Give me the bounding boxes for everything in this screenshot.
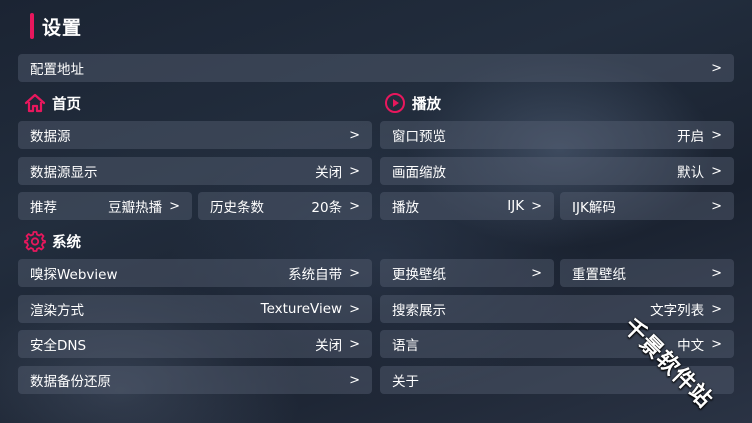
chevron-right-icon: > — [711, 265, 722, 281]
datasource-display-value: 关闭 — [315, 165, 343, 181]
render-mode-label: 渲染方式 — [30, 303, 84, 319]
chevron-right-icon: > — [711, 198, 722, 214]
recommend-value: 豆瓣热播 — [108, 200, 163, 216]
section-play-title: 播放 — [412, 96, 441, 113]
sniff-webview-row[interactable]: 嗅探Webview 系统自带 > — [18, 259, 372, 287]
player-row[interactable]: 播放 IJK > — [380, 192, 554, 220]
home-icon — [24, 92, 46, 114]
picture-scale-label: 画面缩放 — [392, 165, 446, 181]
chevron-right-icon: > — [711, 60, 722, 76]
secure-dns-row[interactable]: 安全DNS 关闭 > — [18, 330, 372, 358]
page-title: 设置 — [42, 16, 83, 39]
chevron-right-icon: > — [711, 127, 722, 143]
window-preview-value: 开启 — [677, 129, 705, 145]
recommend-label: 推荐 — [30, 200, 57, 216]
search-display-row[interactable]: 搜索展示 文字列表 > — [380, 295, 734, 323]
page-header: 设置 — [30, 13, 82, 39]
history-count-row[interactable]: 历史条数 20条 > — [198, 192, 372, 220]
chevron-right-icon: > — [349, 198, 360, 214]
picture-scale-value: 默认 — [677, 165, 705, 181]
reset-wallpaper-label: 重置壁纸 — [572, 267, 626, 283]
datasource-row[interactable]: 数据源 > — [18, 121, 372, 149]
secure-dns-label: 安全DNS — [30, 338, 87, 354]
history-count-label: 历史条数 — [210, 200, 264, 216]
title-accent-bar — [30, 13, 34, 39]
reset-wallpaper-row[interactable]: 重置壁纸 > — [560, 259, 734, 287]
chevron-right-icon: > — [711, 336, 722, 352]
datasource-display-row[interactable]: 数据源显示 关闭 > — [18, 157, 372, 185]
about-label: 关于 — [392, 374, 419, 390]
config-address-row[interactable]: 配置地址 > — [18, 54, 734, 82]
section-system: 系统 — [24, 230, 81, 252]
chevron-right-icon: > — [531, 198, 542, 214]
backup-restore-row[interactable]: 数据备份还原 > — [18, 366, 372, 394]
datasource-label: 数据源 — [30, 129, 71, 145]
ijk-decoder-label: IJK解码 — [572, 200, 616, 216]
chevron-right-icon: > — [711, 301, 722, 317]
sniff-webview-label: 嗅探Webview — [30, 267, 118, 283]
change-wallpaper-row[interactable]: 更换壁纸 > — [380, 259, 554, 287]
datasource-display-label: 数据源显示 — [30, 165, 98, 181]
player-value: IJK — [507, 198, 525, 214]
section-home-title: 首页 — [52, 96, 81, 113]
picture-scale-row[interactable]: 画面缩放 默认 > — [380, 157, 734, 185]
language-label: 语言 — [392, 338, 419, 354]
secure-dns-value: 关闭 — [315, 338, 343, 354]
chevron-right-icon: > — [711, 163, 722, 179]
chevron-right-icon: > — [349, 127, 360, 143]
player-label: 播放 — [392, 200, 419, 216]
recommend-row[interactable]: 推荐 豆瓣热播 > — [18, 192, 192, 220]
chevron-right-icon: > — [349, 163, 360, 179]
search-display-label: 搜索展示 — [392, 303, 446, 319]
gear-icon — [24, 230, 46, 252]
config-address-label: 配置地址 — [30, 62, 84, 78]
watermark: 千景软件站 — [618, 314, 718, 414]
window-preview-label: 窗口预览 — [392, 129, 446, 145]
backup-restore-label: 数据备份还原 — [30, 374, 111, 390]
search-display-value: 文字列表 — [650, 303, 705, 319]
chevron-right-icon: > — [349, 372, 360, 388]
window-preview-row[interactable]: 窗口预览 开启 > — [380, 121, 734, 149]
history-count-value: 20条 — [311, 200, 343, 216]
play-circle-icon — [384, 92, 406, 114]
section-play: 播放 — [384, 92, 441, 114]
ijk-decoder-row[interactable]: IJK解码 > — [560, 192, 734, 220]
chevron-right-icon: > — [531, 265, 542, 281]
chevron-right-icon: > — [349, 336, 360, 352]
chevron-right-icon: > — [169, 198, 180, 214]
section-system-title: 系统 — [52, 234, 81, 251]
change-wallpaper-label: 更换壁纸 — [392, 267, 446, 283]
render-mode-row[interactable]: 渲染方式 TextureView > — [18, 295, 372, 323]
chevron-right-icon: > — [349, 301, 360, 317]
chevron-right-icon: > — [349, 265, 360, 281]
render-mode-value: TextureView — [260, 301, 343, 317]
section-home: 首页 — [24, 92, 81, 114]
sniff-webview-value: 系统自带 — [288, 267, 343, 283]
